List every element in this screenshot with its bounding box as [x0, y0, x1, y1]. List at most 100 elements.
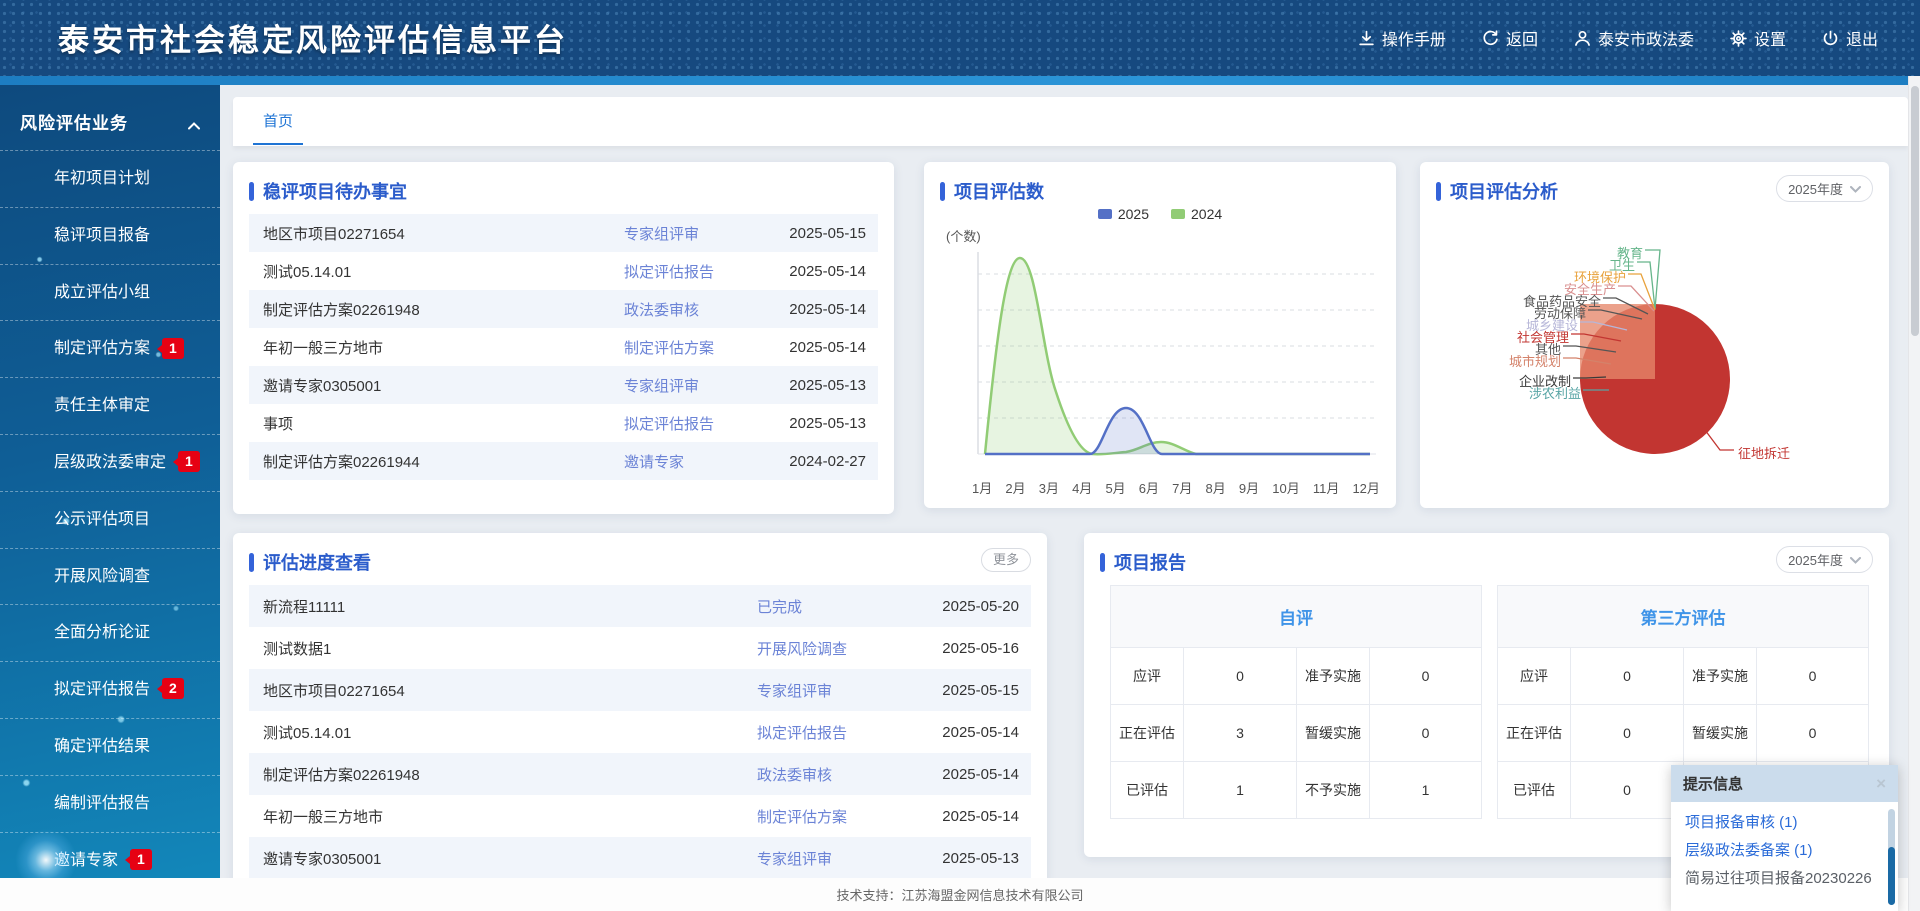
- sidebar-group-label: 风险评估业务: [20, 114, 128, 133]
- sidebar-item-label: 成立评估小组: [54, 284, 150, 301]
- card-title: 项目报告: [1100, 549, 1186, 575]
- sidebar-item-project-filing[interactable]: 稳评项目报备: [0, 207, 220, 264]
- x-tick: 5月: [1105, 478, 1125, 497]
- legend-2024[interactable]: 2024: [1171, 206, 1222, 222]
- back-label: 返回: [1506, 26, 1538, 50]
- sidebar-group-risk-assessment[interactable]: 风险评估业务: [0, 85, 220, 150]
- toast-scroll-thumb[interactable]: [1888, 847, 1895, 905]
- action-link[interactable]: 邀请专家: [624, 451, 774, 472]
- stat-label: 已评估: [1111, 762, 1184, 819]
- sidebar-item-label: 制定评估方案: [54, 340, 150, 357]
- current-user[interactable]: 泰安市政法委: [1574, 26, 1694, 50]
- settings-button[interactable]: 设置: [1730, 26, 1786, 50]
- status-link[interactable]: 制定评估方案: [757, 806, 927, 827]
- table-row: 测试05.14.01拟定评估报告2025-05-14: [249, 252, 878, 290]
- year-filter-select[interactable]: 2025年度: [1776, 546, 1873, 573]
- line-chart: [940, 242, 1380, 477]
- project-name: 邀请专家0305001: [263, 848, 757, 869]
- todo-card: 稳评项目待办事宜 地区市项目02271654专家组评审2025-05-15 测试…: [233, 162, 894, 514]
- action-link[interactable]: 政法委审核: [624, 299, 774, 320]
- x-tick: 6月: [1139, 478, 1159, 497]
- sidebar-item-invite-experts[interactable]: 邀请专家1: [0, 832, 220, 878]
- status-link[interactable]: 专家组评审: [757, 680, 927, 701]
- sidebar-item-risk-survey[interactable]: 开展风险调查: [0, 548, 220, 605]
- sidebar-item-compile-report[interactable]: 编制评估报告: [0, 775, 220, 832]
- pie-highlight-overlay: [1580, 304, 1655, 379]
- x-tick: 3月: [1039, 478, 1059, 497]
- row-date: 2025-05-13: [927, 850, 1019, 867]
- sidebar-item-draft-report[interactable]: 拟定评估报告2: [0, 661, 220, 718]
- sidebar-item-confirm-result[interactable]: 确定评估结果: [0, 718, 220, 775]
- stat-label: 应评: [1498, 648, 1571, 705]
- project-name: 制定评估方案02261948: [263, 299, 624, 320]
- x-tick: 4月: [1072, 478, 1092, 497]
- manual-button[interactable]: 操作手册: [1358, 26, 1446, 50]
- sidebar-item-label: 拟定评估报告: [54, 681, 150, 698]
- stat-value: 0: [1184, 648, 1297, 705]
- table-row: 年初一般三方地市制定评估方案2025-05-14: [249, 328, 878, 366]
- status-link[interactable]: 开展风险调查: [757, 638, 927, 659]
- table-row: 制定评估方案02261944邀请专家2024-02-27: [249, 442, 878, 480]
- stat-value: 0: [1757, 705, 1869, 762]
- header-accent-strip: [0, 76, 1920, 85]
- row-date: 2025-05-13: [774, 415, 866, 432]
- row-date: 2025-05-13: [774, 377, 866, 394]
- row-date: 2025-05-14: [927, 808, 1019, 825]
- table-row: 邀请专家0305001专家组评审2025-05-13: [249, 366, 878, 404]
- todo-rows: 地区市项目02271654专家组评审2025-05-15 测试05.14.01拟…: [249, 214, 878, 480]
- row-date: 2024-02-27: [774, 453, 866, 470]
- sidebar-item-make-plan[interactable]: 制定评估方案1: [0, 320, 220, 377]
- row-date: 2025-05-20: [927, 598, 1019, 615]
- action-link[interactable]: 制定评估方案: [624, 337, 774, 358]
- x-tick: 2月: [1005, 478, 1025, 497]
- status-link[interactable]: 拟定评估报告: [757, 722, 927, 743]
- row-date: 2025-05-14: [774, 339, 866, 356]
- page-scrollbar[interactable]: [1908, 76, 1920, 911]
- sidebar-item-setup-team[interactable]: 成立评估小组: [0, 264, 220, 321]
- sidebar-item-annual-plan[interactable]: 年初项目计划: [0, 150, 220, 207]
- pie-label: 涉农利益: [1529, 383, 1581, 402]
- status-link[interactable]: 政法委审核: [757, 764, 927, 785]
- sidebar-item-publicize-project[interactable]: 公示评估项目: [0, 491, 220, 548]
- action-link[interactable]: 拟定评估报告: [624, 413, 774, 434]
- legend-2025[interactable]: 2025: [1098, 206, 1149, 222]
- stat-value: 0: [1757, 648, 1869, 705]
- card-title: 稳评项目待办事宜: [249, 178, 407, 204]
- sidebar-item-responsible-review[interactable]: 责任主体审定: [0, 377, 220, 434]
- table-row: 邀请专家0305001专家组评审2025-05-13: [249, 837, 1031, 879]
- sidebar-item-label: 编制评估报告: [54, 795, 150, 812]
- stat-label: 准予实施: [1684, 648, 1757, 705]
- footer-text: 技术支持：江苏海盟金网信息技术有限公司: [836, 885, 1083, 904]
- x-tick: 11月: [1313, 478, 1340, 497]
- sidebar-item-analysis[interactable]: 全面分析论证: [0, 604, 220, 661]
- title-accent-bar: [940, 182, 945, 201]
- tab-home[interactable]: 首页: [253, 97, 303, 145]
- x-axis-labels: 1月 2月 3月 4月 5月 6月 7月 8月 9月 10月 11月 12月: [972, 478, 1380, 497]
- project-name: 新流程11111: [263, 596, 757, 617]
- table-row: 地区市项目02271654专家组评审2025-05-15: [249, 214, 878, 252]
- row-date: 2025-05-14: [927, 766, 1019, 783]
- card-title-text: 项目报告: [1114, 549, 1186, 575]
- action-link[interactable]: 拟定评估报告: [624, 261, 774, 282]
- action-link[interactable]: 专家组评审: [624, 375, 774, 396]
- settings-label: 设置: [1754, 26, 1786, 50]
- evaluation-count-chart-card: 项目评估数 2025 2024 (个数): [924, 162, 1396, 508]
- toast-link[interactable]: 项目报备审核 (1): [1685, 809, 1884, 837]
- page-scroll-thumb[interactable]: [1911, 86, 1919, 336]
- sidebar-item-label: 开展风险调查: [54, 568, 150, 585]
- x-tick: 12月: [1352, 478, 1379, 497]
- sidebar-item-committee-review[interactable]: 层级政法委审定1: [0, 434, 220, 491]
- toast-scrollbar[interactable]: [1888, 809, 1895, 905]
- table-row: 制定评估方案02261948政法委审核2025-05-14: [249, 753, 1031, 795]
- action-link[interactable]: 专家组评审: [624, 223, 774, 244]
- table-row: 测试数据1开展风险调查2025-05-16: [249, 627, 1031, 669]
- main-content: 首页 稳评项目待办事宜 地区市项目02271654专家组评审2025-05-15…: [220, 85, 1908, 911]
- close-icon[interactable]: ×: [1876, 774, 1886, 794]
- logout-button[interactable]: 退出: [1822, 26, 1878, 50]
- back-button[interactable]: 返回: [1482, 26, 1538, 50]
- status-link[interactable]: 已完成: [757, 596, 927, 617]
- x-tick: 1月: [972, 478, 992, 497]
- status-link[interactable]: 专家组评审: [757, 848, 927, 869]
- toast-link[interactable]: 层级政法委备案 (1): [1685, 837, 1884, 865]
- more-button[interactable]: 更多: [981, 548, 1031, 572]
